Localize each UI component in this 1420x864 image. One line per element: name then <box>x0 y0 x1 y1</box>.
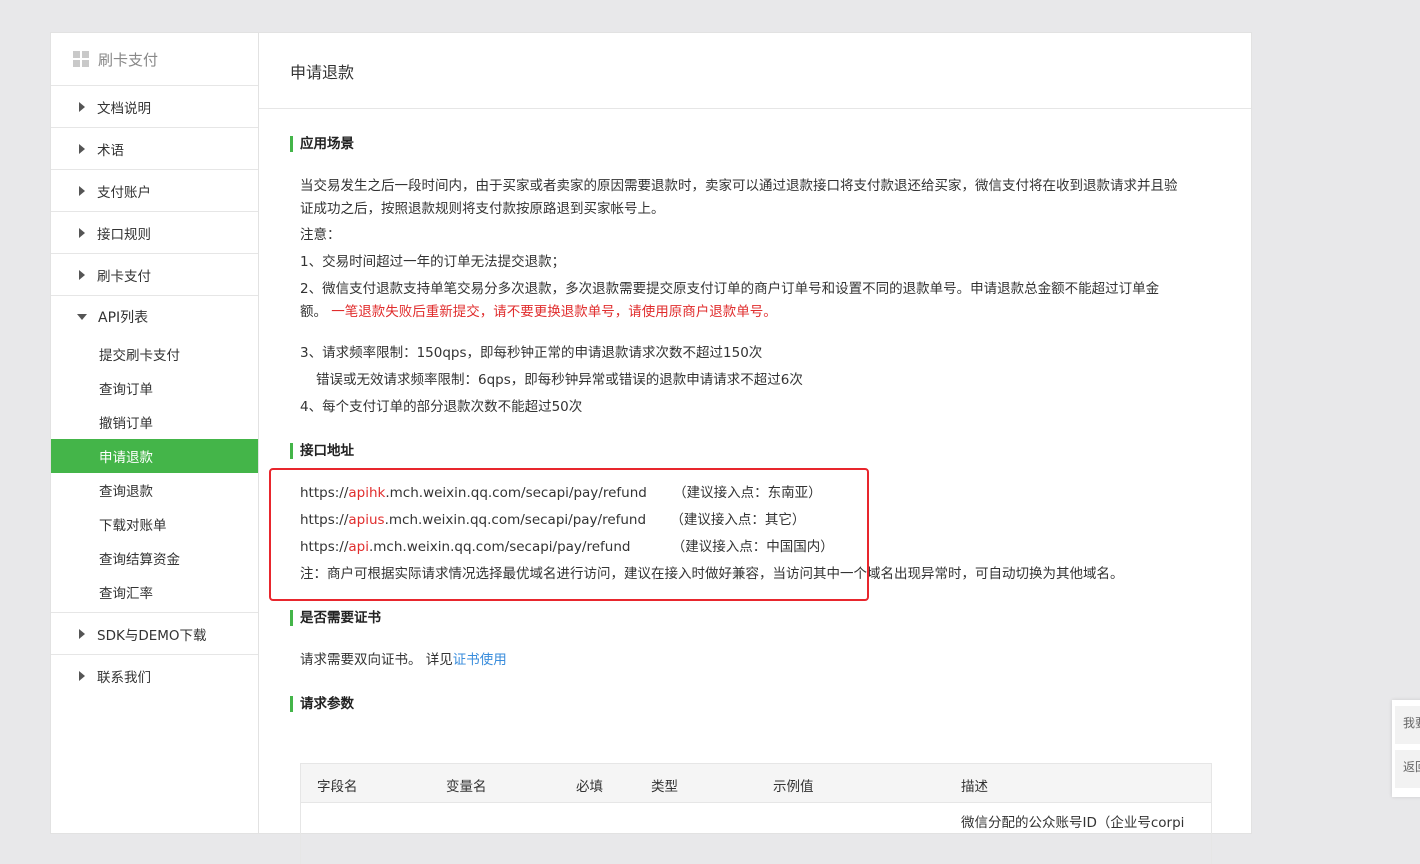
floating-help-panel: 我要 返回 <box>1392 700 1420 797</box>
caret-right-icon <box>79 143 85 154</box>
caret-right-icon <box>79 628 85 639</box>
section-title-cert: 是否需要证书 <box>290 610 381 626</box>
table-header-row: 字段名 变量名 必填 类型 示例值 描述 <box>301 764 1211 803</box>
submenu-item-query-order[interactable]: 查询订单 <box>51 371 258 405</box>
url-note: （建议接入点：其它） <box>670 512 806 528</box>
submenu-item-refund[interactable]: 申请退款 <box>51 439 258 473</box>
endpoint-footnote: 注：商户可根据实际请求情况选择最优域名进行访问，建议在接入时做好兼容，当访问其中… <box>300 566 1124 582</box>
url-prefix: https:// <box>300 485 349 501</box>
url-host: api <box>348 539 369 555</box>
scene-note-label: 注意： <box>300 227 341 243</box>
url-path: .mch.weixin.qq.com/secapi/pay/refund <box>368 539 631 555</box>
caret-right-icon <box>79 185 85 196</box>
sidebar-item-label: 接口规则 <box>97 226 151 243</box>
sidebar-item-label: 文档说明 <box>97 100 151 117</box>
scene-note-3: 3、请求频率限制：150qps，即每秒钟正常的申请退款请求次数不超过150次 <box>300 345 763 361</box>
sidebar-item-account[interactable]: 支付账户 <box>51 170 258 212</box>
sidebar-item-docs[interactable]: 文档说明 <box>51 86 258 128</box>
table-row: 微信分配的公众账号ID（企业号corpi <box>301 803 1211 863</box>
scene-note-1: 1、交易时间超过一年的订单无法提交退款； <box>300 254 566 270</box>
sidebar-title: 刷卡支付 <box>98 50 159 69</box>
col-required: 必填 <box>576 779 603 795</box>
submenu-item-download-bill[interactable]: 下载对账单 <box>51 507 258 541</box>
scene-note-2-line2: 额。 一笔退款失败后重新提交，请不要更换退款单号，请使用原商户退款单号。 <box>300 300 777 320</box>
url-note: （建议接入点：中国国内） <box>671 539 834 555</box>
sidebar-item-label: 刷卡支付 <box>97 268 151 285</box>
submenu-item-query-refund[interactable]: 查询退款 <box>51 473 258 507</box>
sidebar-item-label: 联系我们 <box>97 669 151 686</box>
col-description: 描述 <box>961 779 988 795</box>
url-prefix: https:// <box>300 512 349 528</box>
col-variable: 变量名 <box>446 779 487 795</box>
submenu-item-exchange-rate[interactable]: 查询汇率 <box>51 575 258 609</box>
url-host: apihk <box>348 485 386 501</box>
section-title-params: 请求参数 <box>290 696 354 712</box>
doc-container: 刷卡支付 文档说明 术语 支付账户 接口规则 刷卡支付 API列表 提交刷卡支付 <box>50 32 1252 864</box>
submenu-item-settlement[interactable]: 查询结算资金 <box>51 541 258 575</box>
page-title: 申请退款 <box>259 33 1251 109</box>
params-table: 字段名 变量名 必填 类型 示例值 描述 微信分配的公众账号ID（企业号corp… <box>300 763 1212 864</box>
grid-icon <box>73 51 89 67</box>
caret-down-icon <box>77 313 87 320</box>
sidebar-item-label: API列表 <box>98 309 149 326</box>
back-button[interactable]: 返回 <box>1395 750 1420 788</box>
endpoint-url-cn: https://api.mch.weixin.qq.com/secapi/pay… <box>300 535 834 555</box>
sidebar-item-terms[interactable]: 术语 <box>51 128 258 170</box>
section-title-endpoint: 接口地址 <box>290 443 354 459</box>
sidebar-item-contact[interactable]: 联系我们 <box>51 655 258 696</box>
caret-right-icon <box>79 227 85 238</box>
scene-note-2-tail: 额。 <box>300 304 327 320</box>
sidebar: 刷卡支付 文档说明 术语 支付账户 接口规则 刷卡支付 API列表 提交刷卡支付 <box>51 33 259 833</box>
refund-warning-text: 一笔退款失败后重新提交，请不要更换退款单号，请使用原商户退款单号。 <box>331 304 777 320</box>
sidebar-item-label: SDK与DEMO下载 <box>97 627 207 644</box>
scene-note-4: 4、每个支付订单的部分退款次数不能超过50次 <box>300 399 583 415</box>
scene-note-2-line1: 2、微信支付退款支持单笔交易分多次退款，多次退款需要提交原支付订单的商户订单号和… <box>300 281 1160 297</box>
cert-description: 请求需要双向证书。 详见 <box>300 652 453 668</box>
caret-right-icon <box>79 269 85 280</box>
sidebar-item-label: 术语 <box>97 142 124 159</box>
main-content: 申请退款 应用场景 当交易发生之后一段时间内，由于买家或者卖家的原因需要退款时，… <box>259 33 1251 864</box>
row-description: 微信分配的公众账号ID（企业号corpi <box>961 815 1185 831</box>
url-path: .mch.weixin.qq.com/secapi/pay/refund <box>385 485 647 501</box>
url-path: .mch.weixin.qq.com/secapi/pay/refund <box>384 512 647 528</box>
api-submenu: 提交刷卡支付 查询订单 撤销订单 申请退款 查询退款 下载对账单 查询结算资金 … <box>51 337 258 613</box>
submenu-item-reverse-order[interactable]: 撤销订单 <box>51 405 258 439</box>
sidebar-item-micropay[interactable]: 刷卡支付 <box>51 254 258 296</box>
sidebar-item-sdk[interactable]: SDK与DEMO下载 <box>51 613 258 655</box>
col-type: 类型 <box>651 779 678 795</box>
url-host: apius <box>348 512 385 528</box>
cert-usage-link[interactable]: 证书使用 <box>453 652 507 668</box>
url-note: （建议接入点：东南亚） <box>673 485 822 501</box>
url-prefix: https:// <box>300 539 349 555</box>
feedback-button[interactable]: 我要 <box>1395 706 1420 744</box>
scene-paragraph-line2: 证成功之后，按照退款规则将支付款按原路退到买家帐号上。 <box>300 201 665 217</box>
caret-right-icon <box>79 670 85 681</box>
scene-paragraph-line1: 当交易发生之后一段时间内，由于买家或者卖家的原因需要退款时，卖家可以通过退款接口… <box>300 178 1178 194</box>
sidebar-header: 刷卡支付 <box>51 33 258 86</box>
cert-text: 请求需要双向证书。 详见证书使用 <box>300 648 507 668</box>
section-title-scene: 应用场景 <box>290 136 354 152</box>
sidebar-item-api-list[interactable]: API列表 <box>51 296 258 337</box>
col-field-name: 字段名 <box>317 779 358 795</box>
col-example: 示例值 <box>773 779 814 795</box>
caret-right-icon <box>79 101 85 112</box>
endpoint-url-us: https://apius.mch.weixin.qq.com/secapi/p… <box>300 508 805 528</box>
scene-note-3b: 错误或无效请求频率限制：6qps，即每秒钟异常或错误的退款申请请求不超过6次 <box>316 372 803 388</box>
sidebar-item-rules[interactable]: 接口规则 <box>51 212 258 254</box>
submenu-item-submit-micropay[interactable]: 提交刷卡支付 <box>51 337 258 371</box>
endpoint-url-hk: https://apihk.mch.weixin.qq.com/secapi/p… <box>300 481 822 501</box>
sidebar-item-label: 支付账户 <box>97 184 151 201</box>
